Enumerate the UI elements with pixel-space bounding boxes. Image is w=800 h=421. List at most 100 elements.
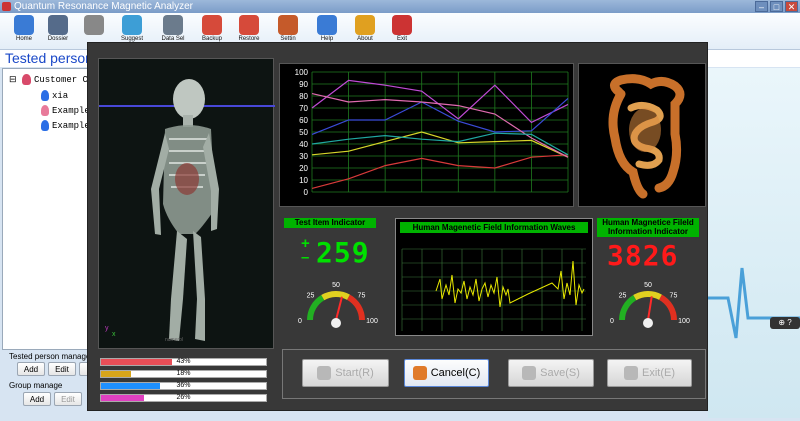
- toolbar-eye-button[interactable]: [78, 15, 110, 36]
- settings-icon: [278, 15, 298, 35]
- series-line: [311, 93, 569, 158]
- background-art: [708, 68, 800, 418]
- body-3d-panel: y x numerol: [98, 58, 275, 349]
- group-icon: [21, 74, 31, 85]
- gauge-arc: [346, 294, 365, 321]
- series-line: [311, 131, 569, 158]
- toolbar-exit-button[interactable]: Exit: [386, 15, 418, 42]
- gauge-tick-label: 0: [610, 318, 614, 325]
- gauge-hub: [331, 318, 341, 328]
- model-caption: numerol: [165, 337, 183, 343]
- exit-icon: [392, 15, 412, 35]
- window-title: Quantum Resonance Magnetic Analyzer: [14, 1, 193, 12]
- y-tick-label: 0: [304, 188, 309, 197]
- gauge-arc: [658, 294, 677, 321]
- wave-graph: [401, 248, 586, 331]
- progress-bar: 26%: [100, 394, 267, 402]
- left-gauge: 0 25 50 75 100: [298, 282, 378, 328]
- right-gauge: 0 25 50 75 100: [610, 282, 690, 328]
- save-button[interactable]: Save(S): [508, 359, 594, 387]
- group-manage-label: Group manage: [9, 381, 63, 390]
- progress-bar: 36%: [100, 382, 267, 390]
- toolbar-about-button[interactable]: About: [349, 15, 381, 42]
- y-tick-label: 70: [299, 104, 308, 113]
- progress-percent: 26%: [176, 394, 191, 401]
- help-icon: [317, 15, 337, 35]
- tree-person-xia[interactable]: xia: [41, 90, 68, 101]
- eye-icon: [84, 15, 104, 35]
- gauge-needle: [335, 296, 343, 321]
- line-chart-panel: 0 10 20 30 40 50 60 70 80 90 100: [279, 63, 574, 207]
- gauge-arc: [619, 295, 637, 321]
- heartbeat-decoration: [708, 267, 800, 339]
- organ-image-panel: [578, 63, 706, 207]
- maximize-button[interactable]: □: [770, 1, 783, 12]
- toolbar-home-button[interactable]: Home: [8, 15, 40, 42]
- exit-action-button[interactable]: Exit(E): [607, 359, 692, 387]
- test-item-digits: 259: [316, 236, 370, 269]
- gauge-hub: [643, 318, 653, 328]
- dossier-icon: [48, 15, 68, 35]
- person-icon: [41, 90, 49, 101]
- tested-edit-button[interactable]: Edit: [48, 362, 76, 376]
- gauge-tick-label: 100: [678, 318, 690, 325]
- gauge-needle: [647, 296, 653, 321]
- backup-icon: [202, 15, 222, 35]
- intestine-image: [608, 74, 685, 199]
- toolbar-backup-button[interactable]: Backup: [196, 15, 228, 42]
- progress-percent: 43%: [176, 358, 191, 365]
- close-button[interactable]: ✕: [785, 1, 798, 12]
- tested-add-button[interactable]: Add: [17, 362, 45, 376]
- waves-panel: Human Magenetic Field Information Waves: [395, 218, 593, 336]
- progress-bars: 43% 18% 36% 26%: [100, 356, 267, 410]
- test-item-indicator-label: Test Item Indicator: [284, 218, 376, 228]
- tree-root[interactable]: ⊟ Customer C: [9, 74, 88, 85]
- gauge-tick-label: 25: [307, 293, 315, 300]
- app-icon: [2, 2, 11, 11]
- y-tick-label: 20: [299, 164, 308, 173]
- tree-person-example-2[interactable]: Example: [41, 120, 90, 131]
- axis-y-label: y: [105, 325, 109, 332]
- y-tick-label: 10: [299, 176, 308, 185]
- tested-person-manage-label: Tested person manage: [9, 352, 91, 361]
- title-bar: Quantum Resonance Magnetic Analyzer – □ …: [0, 0, 800, 13]
- gauge-arc: [633, 291, 662, 301]
- data-icon: [163, 15, 183, 35]
- toolbar-settings-button[interactable]: Settin: [272, 15, 304, 42]
- start-button[interactable]: Start(R): [302, 359, 389, 387]
- minimize-button[interactable]: –: [755, 1, 768, 12]
- toolbar-help-button[interactable]: Help: [311, 15, 343, 42]
- y-tick-label: 30: [299, 152, 308, 161]
- about-icon: [355, 15, 375, 35]
- start-icon: [317, 366, 332, 380]
- y-tick-label: 50: [299, 128, 308, 137]
- progress-percent: 36%: [176, 382, 191, 389]
- magnetic-field-digits: 3826: [607, 239, 679, 272]
- progress-percent: 18%: [176, 370, 191, 377]
- y-tick-label: 40: [299, 140, 308, 149]
- y-tick-label: 100: [295, 68, 309, 77]
- line-chart: 0 10 20 30 40 50 60 70 80 90 100: [295, 68, 569, 197]
- help-badge[interactable]: ⊕ ?: [770, 317, 800, 329]
- gauge-tick-label: 0: [298, 318, 302, 325]
- gauge-tick-label: 100: [366, 318, 378, 325]
- gauge-tick-label: 75: [670, 293, 678, 300]
- cancel-button[interactable]: Cancel(C): [404, 359, 489, 387]
- toolbar-dossier-button[interactable]: Dossier: [42, 15, 74, 42]
- skeleton-figure: y x numerol: [99, 79, 275, 343]
- axis-x-label: x: [112, 331, 116, 338]
- suggest-icon: [122, 15, 142, 35]
- group-edit-button[interactable]: Edit: [54, 392, 82, 406]
- y-tick-label: 90: [299, 80, 308, 89]
- series-line: [311, 154, 569, 189]
- restore-icon: [239, 15, 259, 35]
- toolbar-suggest-button[interactable]: Suggest: [116, 15, 148, 42]
- toolbar-restore-button[interactable]: Restore: [233, 15, 265, 42]
- expander-icon[interactable]: ⊟: [9, 75, 17, 85]
- person-icon: [41, 105, 49, 116]
- gauge-tick-label: 50: [644, 282, 652, 289]
- tree-person-example-1[interactable]: Example: [41, 105, 90, 116]
- gauge-arc: [321, 291, 350, 301]
- group-add-button[interactable]: Add: [23, 392, 51, 406]
- toolbar-data-button[interactable]: Data Sel: [157, 15, 189, 42]
